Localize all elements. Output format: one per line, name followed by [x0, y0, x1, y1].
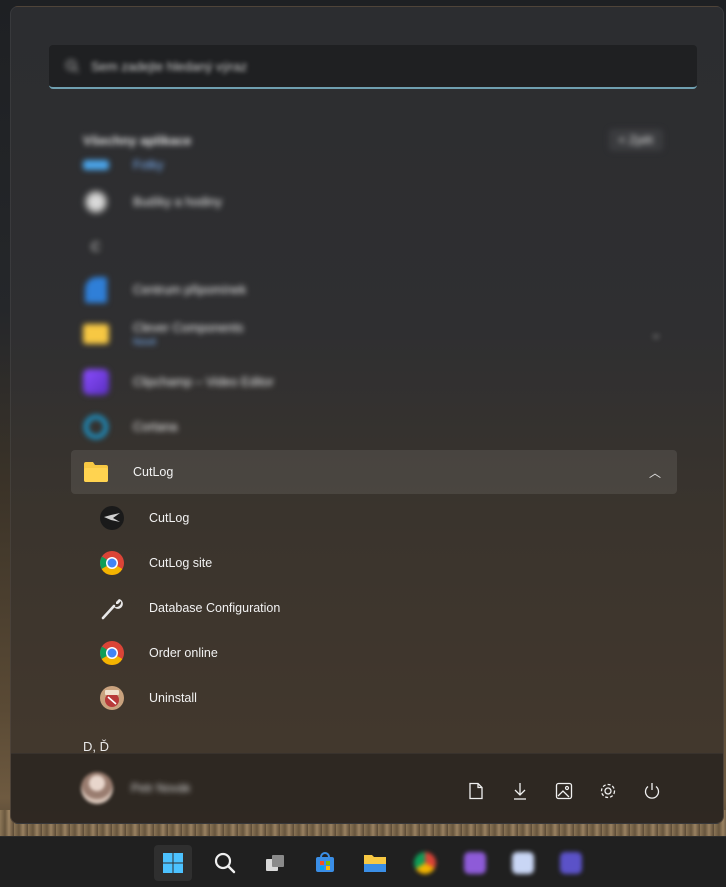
- app-icon: [560, 852, 582, 874]
- app-label: Clever Components Nové: [133, 321, 243, 348]
- app-label: Budíky a hodiny: [133, 195, 222, 209]
- folder-icon: [81, 319, 111, 349]
- app-label: CutLog: [149, 511, 190, 525]
- list-item-cutlog-site[interactable]: CutLog site: [71, 542, 677, 584]
- downloads-button[interactable]: [507, 778, 533, 804]
- chevron-up-icon[interactable]: ︿: [649, 464, 661, 481]
- cortana-icon: [81, 412, 111, 442]
- search-icon: [214, 852, 236, 874]
- app-label: Fotky: [133, 158, 164, 172]
- app-label: Database Configuration: [149, 601, 281, 615]
- new-badge: Nové: [133, 336, 157, 348]
- list-item-cortana[interactable]: Cortana: [71, 406, 677, 448]
- app-label: Order online: [149, 646, 218, 660]
- search-icon: [66, 60, 79, 73]
- file-explorer-button[interactable]: [356, 845, 394, 881]
- power-icon: [644, 783, 660, 799]
- clipchamp-icon: [81, 367, 111, 397]
- list-item-cutlog[interactable]: CutLog: [71, 497, 677, 539]
- pictures-button[interactable]: [551, 778, 577, 804]
- cutlog-icon: [97, 503, 127, 533]
- app-label: Cortana: [133, 420, 178, 434]
- pictures-icon: [555, 782, 573, 800]
- uninstall-icon: [97, 683, 127, 713]
- file-explorer-icon: [364, 855, 386, 872]
- clock-icon: [81, 187, 111, 217]
- list-item-database-configuration[interactable]: Database Configuration: [71, 587, 677, 629]
- app-label: CutLog site: [149, 556, 213, 570]
- photos-icon: [81, 150, 111, 180]
- documents-icon: [469, 782, 483, 800]
- downloads-icon: [514, 783, 526, 800]
- folder-icon: [81, 457, 111, 487]
- folder-label: CutLog: [133, 465, 174, 479]
- settings-button[interactable]: [595, 778, 621, 804]
- app-button[interactable]: [504, 845, 542, 881]
- letter-heading-d[interactable]: D, Ď: [83, 739, 109, 754]
- chrome-button[interactable]: [406, 845, 444, 881]
- user-account[interactable]: Petr Novák: [81, 772, 190, 804]
- user-name: Petr Novák: [131, 781, 191, 795]
- search-input[interactable]: [91, 58, 697, 74]
- letter-heading-c[interactable]: C: [91, 239, 100, 254]
- list-item-centrum[interactable]: Centrum připomínek: [71, 269, 677, 311]
- start-icon: [163, 853, 183, 873]
- avatar: [81, 772, 113, 804]
- start-footer: Petr Novák: [11, 753, 723, 823]
- store-icon: [316, 852, 334, 872]
- start-button[interactable]: [154, 845, 192, 881]
- list-item-photos[interactable]: Fotky: [71, 150, 677, 180]
- folder-cutlog[interactable]: CutLog ︿: [71, 450, 677, 494]
- chrome-icon: [97, 548, 127, 578]
- centrum-icon: [81, 275, 111, 305]
- chrome-icon: [414, 852, 436, 874]
- app-label: Centrum připomínek: [133, 283, 247, 297]
- app-label: Clipchamp – Video Editor: [133, 375, 274, 389]
- task-view-icon: [266, 855, 284, 871]
- chevron-down-icon: ⌄: [650, 327, 661, 341]
- app-button[interactable]: [552, 845, 590, 881]
- app-label: Uninstall: [149, 691, 197, 705]
- power-button[interactable]: [639, 778, 665, 804]
- app-name: Clever Components: [133, 320, 244, 335]
- documents-button[interactable]: [463, 778, 489, 804]
- visual-studio-icon: [464, 852, 486, 874]
- search-bar[interactable]: [49, 45, 697, 89]
- store-button[interactable]: [306, 845, 344, 881]
- visual-studio-button[interactable]: [456, 845, 494, 881]
- list-item-alarms[interactable]: Budíky a hodiny: [71, 181, 677, 223]
- all-apps-title: Všechny aplikace: [83, 132, 192, 148]
- wrench-icon: [97, 593, 127, 623]
- settings-icon: [600, 783, 616, 799]
- list-item-clever-components[interactable]: Clever Components Nové ⌄: [71, 313, 677, 355]
- list-item-order-online[interactable]: Order online: [71, 632, 677, 674]
- list-item-clipchamp[interactable]: Clipchamp – Video Editor: [71, 361, 677, 403]
- app-icon: [512, 852, 534, 874]
- task-view-button[interactable]: [256, 845, 294, 881]
- start-menu: Všechny aplikace < Zpět Fotky Budíky a h…: [10, 6, 724, 824]
- chrome-icon: [97, 638, 127, 668]
- back-button[interactable]: < Zpět: [608, 129, 663, 151]
- taskbar: [0, 836, 726, 887]
- taskbar-search-button[interactable]: [206, 845, 244, 881]
- list-item-uninstall[interactable]: Uninstall: [71, 677, 677, 719]
